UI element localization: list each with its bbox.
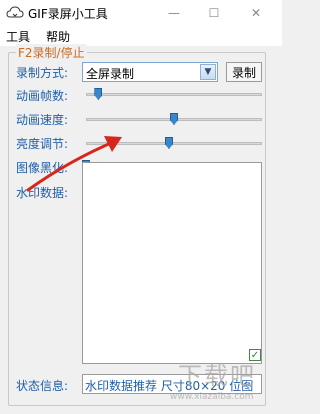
menu-tools[interactable]: 工具	[6, 28, 30, 45]
menu-help[interactable]: 帮助	[46, 28, 70, 45]
title-bar: GIF录屏小工具 — ☐ ✕	[0, 0, 282, 26]
site-logo: 下载吧	[178, 362, 256, 390]
record-mode-value: 全屏录制	[86, 67, 135, 81]
frame-rate-label: 动画帧数:	[16, 89, 69, 103]
brightness-label: 亮度调节:	[16, 137, 69, 151]
record-mode-select[interactable]: 全屏录制 ▼	[82, 62, 218, 82]
record-mode-label: 录制方式:	[16, 66, 69, 80]
close-button[interactable]: ✕	[236, 0, 276, 26]
minimize-button[interactable]: —	[154, 0, 194, 26]
site-logo-url: www.xiazaiba.com	[170, 392, 254, 402]
brightness-slider-track[interactable]	[86, 142, 262, 145]
menu-bar: 工具 帮助	[0, 26, 282, 46]
record-button[interactable]: 录制	[226, 62, 262, 82]
maximize-button[interactable]: ☐	[194, 0, 234, 26]
app-cloud-icon	[6, 6, 24, 18]
speed-label: 动画速度:	[16, 113, 69, 127]
frame-rate-slider-track[interactable]	[86, 93, 262, 96]
chevron-down-icon[interactable]: ▼	[200, 64, 216, 80]
window-title: GIF录屏小工具	[28, 7, 108, 21]
blur-label: 图像黑化:	[16, 161, 69, 175]
watermark-label: 水印数据:	[16, 186, 69, 200]
status-label: 状态信息:	[16, 379, 69, 393]
watermark-area[interactable]	[82, 162, 262, 364]
groupbox-title: F2录制/停止	[16, 44, 87, 61]
